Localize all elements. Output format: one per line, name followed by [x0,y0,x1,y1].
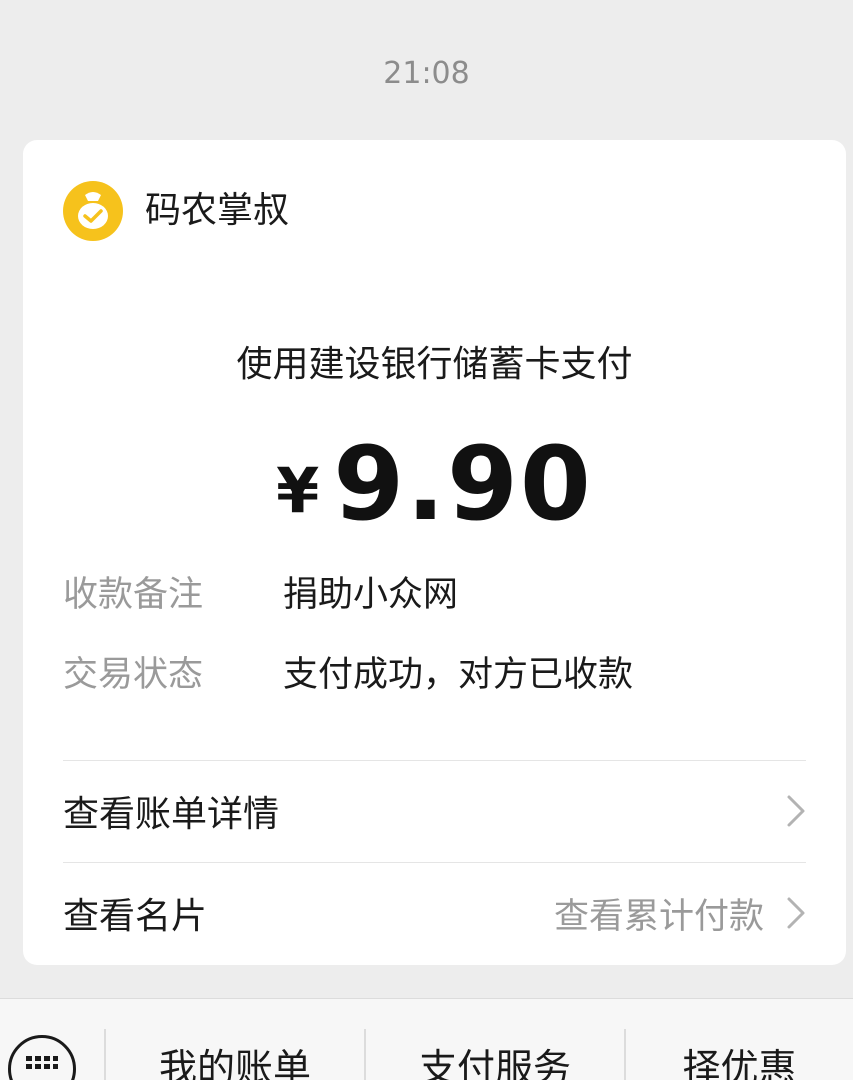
payment-method: 使用建设银行储蓄卡支付 [236,344,633,385]
cumulative-payment-link[interactable]: 查看累计付款 [554,888,764,939]
menu-payment-services[interactable]: 支付服务 [366,1037,624,1080]
message-timestamp: 21:08 [383,56,470,91]
bottom-menu-bar: 我的账单 支付服务 择优惠 [0,998,853,1080]
detail-label: 收款备注 [63,575,204,615]
currency-symbol: ¥ [276,454,320,527]
view-bill-details-link[interactable]: 查看账单详情 [63,761,806,861]
detail-row-status: 交易状态 支付成功，对方已收款 [63,650,633,700]
keyboard-icon[interactable] [8,1035,76,1080]
payment-notification-screen: 21:08 码农掌叔 使用建设银行储蓄卡支付 ¥9.90 收款备注 捐助小众网 [0,0,853,1080]
detail-label: 交易状态 [63,655,204,695]
merchant-header[interactable]: 码农掌叔 [63,180,289,242]
view-card-link[interactable]: 查看名片 查看累计付款 [63,863,806,963]
chevron-right-icon [787,897,805,929]
link-label: 查看账单详情 [63,794,280,835]
money-bag-check-icon [63,181,123,241]
payment-amount: ¥9.90 [23,430,846,569]
menu-my-bills[interactable]: 我的账单 [106,1037,364,1080]
merchant-name: 码农掌叔 [145,190,290,231]
link-label: 查看名片 [63,896,208,937]
menu-discounts[interactable]: 择优惠 [626,1037,853,1080]
chevron-right-icon [787,795,805,827]
detail-row-remark: 收款备注 捐助小众网 [63,570,458,620]
detail-value: 捐助小众网 [283,575,459,615]
payment-card[interactable]: 码农掌叔 使用建设银行储蓄卡支付 ¥9.90 收款备注 捐助小众网 交易状态 支… [23,140,846,965]
detail-value: 支付成功，对方已收款 [283,655,634,695]
amount-value: 9.90 [333,425,593,544]
